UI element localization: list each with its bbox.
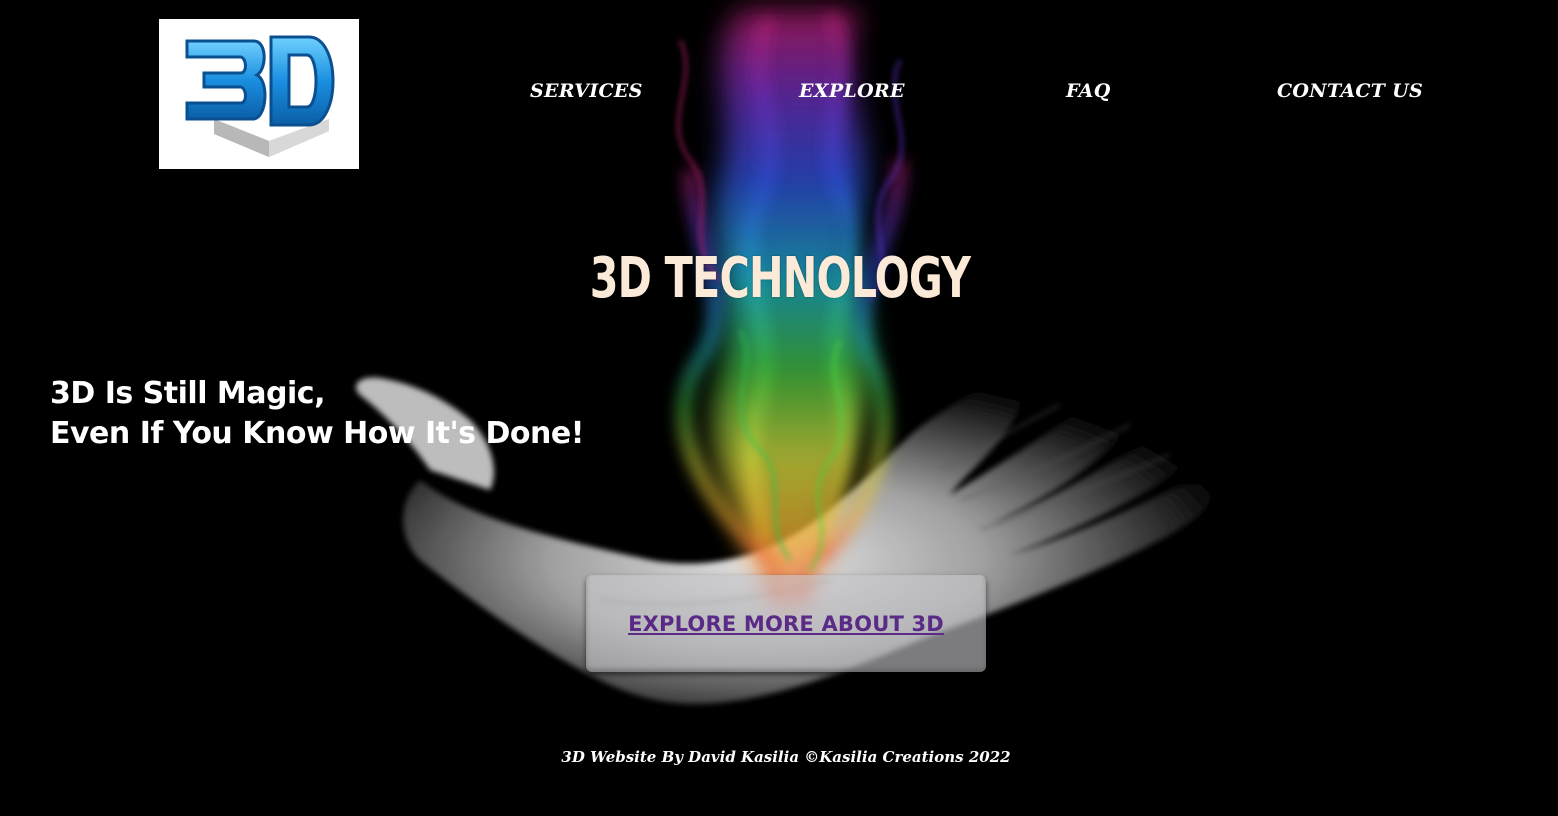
- tagline-line-2: Even If You Know How It's Done!: [50, 416, 584, 451]
- logo[interactable]: [159, 19, 359, 169]
- nav-faq[interactable]: FAQ: [1066, 80, 1111, 102]
- explore-more-button[interactable]: EXPLORE MORE ABOUT 3D: [586, 575, 986, 672]
- hero-title: 3D TECHNOLOGY: [589, 246, 971, 311]
- nav-explore[interactable]: EXPLORE: [799, 80, 905, 102]
- page: SERVICES EXPLORE FAQ CONTACT US 3D TECHN…: [0, 0, 1558, 816]
- explore-more-link[interactable]: EXPLORE MORE ABOUT 3D: [628, 612, 944, 636]
- hero-tagline: 3D Is Still Magic, Even If You Know How …: [50, 374, 584, 454]
- 3d-cube-logo-icon: [185, 35, 335, 157]
- nav-services[interactable]: SERVICES: [530, 80, 643, 102]
- nav-contact-us[interactable]: CONTACT US: [1277, 80, 1423, 102]
- tagline-line-1: 3D Is Still Magic,: [50, 376, 325, 411]
- footer-credit: 3D Website By David Kasilia ©Kasilia Cre…: [561, 748, 1011, 766]
